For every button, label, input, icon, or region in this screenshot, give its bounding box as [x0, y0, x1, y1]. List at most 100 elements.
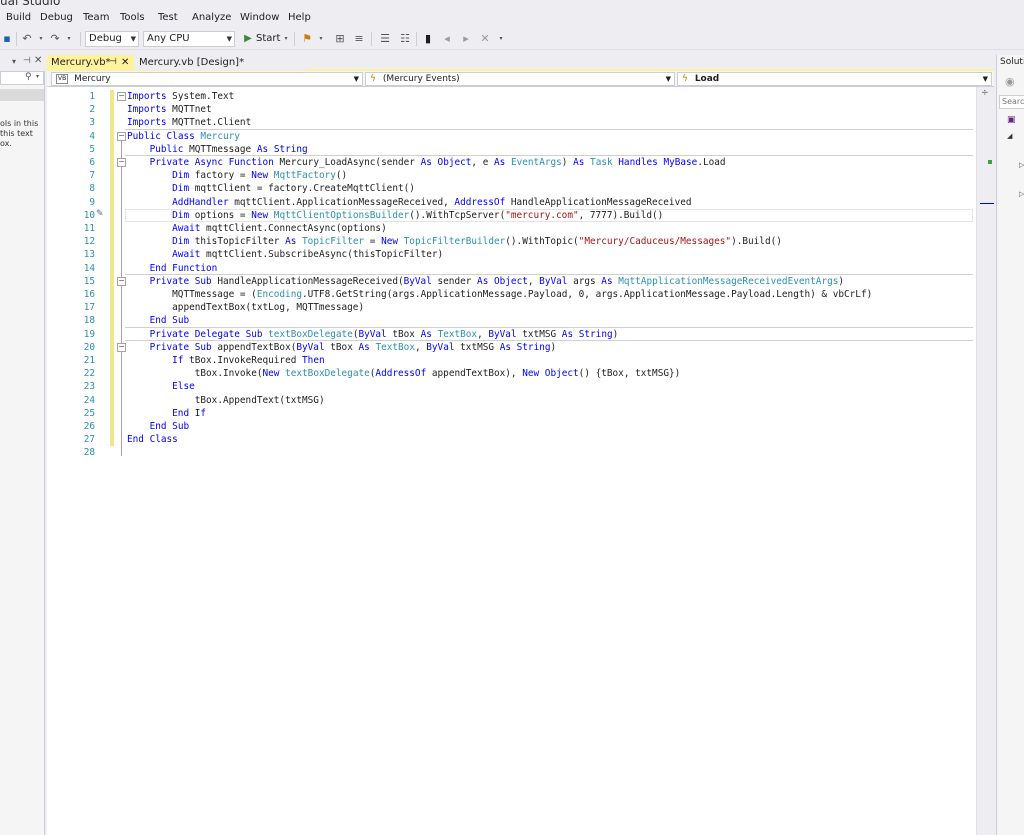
code-line[interactable]: MQTTmessage = (Encoding.UTF8.GetString(a… — [127, 288, 872, 301]
solution-explorer-panel: Solutio ◉ Searc ▣ ◢ ▷ ▷ — [996, 55, 1024, 835]
back-icon[interactable]: ◉ — [1005, 75, 1015, 88]
code-line[interactable]: Else — [127, 380, 195, 393]
close-icon[interactable]: ✕ — [121, 55, 129, 70]
collapse-arrow-icon[interactable]: ▷ — [1019, 190, 1024, 198]
toolbar-overflow-icon[interactable]: ▾ — [494, 32, 508, 46]
toolbox-group-header[interactable] — [0, 89, 44, 101]
start-button[interactable]: Start — [256, 33, 280, 44]
toolbox-search-input[interactable]: ⚲ ▾ — [0, 71, 44, 85]
menu-window[interactable]: Window — [240, 12, 279, 23]
code-line[interactable]: appendTextBox(txtLog, MQTTmessage) — [127, 301, 364, 314]
code-line[interactable]: Imports System.Text — [127, 90, 234, 103]
window-title: ual Studio — [0, 0, 61, 8]
vertical-scrollbar[interactable]: ÷ — [976, 87, 994, 835]
find-in-files-icon[interactable]: ⊞ — [333, 32, 347, 46]
solution-platform-select[interactable]: Any CPU ▼ — [143, 31, 235, 47]
solution-config-select[interactable]: Debug ▼ — [85, 31, 139, 47]
undo-dropdown-icon[interactable]: ▾ — [34, 32, 48, 46]
code-line[interactable]: End Class — [127, 433, 178, 446]
close-icon[interactable]: ✕ — [34, 55, 42, 66]
solution-platform-value: Any CPU — [147, 33, 190, 44]
menu-tools[interactable]: Tools — [120, 12, 145, 23]
menu-bar: Build Debug Team Tools Test Analyze Wind… — [0, 10, 1024, 28]
line-number: 13 — [83, 249, 95, 261]
uncomment-icon[interactable]: ☷ — [398, 32, 412, 46]
line-number: 19 — [83, 328, 95, 340]
line-number: 22 — [83, 368, 95, 380]
code-line[interactable]: End Sub — [127, 314, 190, 327]
code-line[interactable]: Await mqttClient.SubscribeAsync(thisTopi… — [127, 248, 443, 261]
line-number: 1 — [89, 91, 95, 102]
clear-bookmarks-icon[interactable]: ✕ — [478, 32, 492, 46]
code-line[interactable]: Private Delegate Sub textBoxDelegate(ByV… — [127, 328, 619, 341]
collapse-outline-icon[interactable]: − — [117, 92, 126, 101]
code-line[interactable]: Private Sub appendTextBox(ByVal tBox As … — [127, 341, 557, 354]
solution-search-input[interactable]: Searc — [999, 95, 1024, 109]
edit-pencil-icon: ✎ — [96, 208, 104, 219]
code-line[interactable]: Imports MQTTnet.Client — [127, 116, 251, 129]
code-line[interactable]: Private Sub HandleApplicationMessageRece… — [127, 275, 844, 288]
events-select[interactable]: ϟ (Mercury Events) ▼ — [365, 72, 675, 86]
code-line[interactable]: Imports MQTTnet — [127, 103, 212, 116]
menu-debug[interactable]: Debug — [40, 12, 73, 23]
redo-dropdown-icon[interactable]: ▾ — [62, 32, 76, 46]
menu-build[interactable]: Build — [6, 12, 31, 23]
line-number: 24 — [83, 394, 95, 406]
start-dropdown-icon[interactable]: ▾ — [279, 32, 293, 46]
code-line[interactable]: tBox.AppendText(txtMSG) — [127, 394, 325, 407]
change-indicator-bar — [110, 90, 114, 447]
undo-icon[interactable]: ↶ — [20, 32, 34, 46]
prev-bookmark-icon[interactable]: ◂ — [440, 32, 454, 46]
toolbar-overflow-icon[interactable]: ▾ — [314, 32, 328, 46]
navigation-bar: VB Mercury ▼ ϟ (Mercury Events) ▼ ϟ Load… — [47, 71, 994, 87]
collapse-outline-icon[interactable]: − — [117, 342, 126, 352]
collapse-arrow-icon[interactable]: ▷ — [1019, 161, 1024, 169]
menu-help[interactable]: Help — [288, 12, 311, 23]
redo-icon[interactable]: ↷ — [48, 32, 62, 46]
save-all-icon[interactable]: ▪ — [0, 32, 14, 46]
expand-icon[interactable]: ◢ — [1007, 132, 1012, 140]
comment-icon[interactable]: ☰ — [378, 32, 392, 46]
pin-icon[interactable]: ⊣ — [109, 55, 117, 70]
code-line[interactable]: Public Class Mercury — [127, 130, 240, 143]
collapse-outline-icon[interactable]: − — [117, 158, 126, 167]
pin-icon[interactable]: ⊣ — [23, 56, 31, 66]
tab-mercury-vb[interactable]: Mercury.vb* ⊣ ✕ — [47, 55, 134, 70]
code-line[interactable]: Dim thisTopicFilter As TopicFilter = New… — [127, 235, 782, 248]
next-bookmark-icon[interactable]: ▸ — [459, 32, 473, 46]
code-line[interactable]: If tBox.InvokeRequired Then — [127, 354, 324, 367]
start-icon[interactable]: ▶ — [241, 32, 255, 46]
collapse-outline-icon[interactable]: − — [117, 131, 126, 141]
split-icon[interactable]: ÷ — [981, 88, 989, 98]
code-line[interactable]: Dim mqttClient = factory.CreateMqttClien… — [127, 182, 415, 195]
code-line[interactable]: Private Async Function Mercury_LoadAsync… — [127, 156, 726, 169]
title-bar: ual Studio — [0, 0, 1024, 10]
line-number: 10 — [83, 209, 95, 221]
panel-dropdown-icon[interactable]: ▾ — [12, 57, 16, 66]
chevron-down-icon: ▼ — [353, 75, 359, 83]
code-line[interactable]: Public MQTTmessage As String — [127, 143, 308, 156]
collapse-outline-icon[interactable]: − — [117, 276, 126, 286]
member-select[interactable]: ϟ Load ▼ — [677, 72, 992, 86]
document-tabs: Mercury.vb* ⊣ ✕ Mercury.vb [Design]* — [47, 55, 994, 71]
code-area[interactable]: 1− Imports System.Text 2 Imports MQTTnet 3 Im… — [47, 87, 976, 835]
toolbox-message: ols in this this text ox. — [0, 119, 44, 149]
code-line[interactable]: End If — [127, 407, 206, 420]
bookmark-icon[interactable]: ▮ — [421, 32, 435, 46]
code-line[interactable]: End Sub — [127, 420, 190, 433]
browser-link-icon[interactable]: ⚑ — [300, 32, 314, 46]
vb-project-icon: VB — [56, 73, 69, 84]
project-select[interactable]: VB Mercury ▼ — [51, 72, 363, 86]
code-line[interactable]: Dim factory = New MqttFactory() — [127, 169, 347, 182]
chevron-down-icon[interactable]: ▾ — [36, 73, 39, 80]
format-icon[interactable]: ≡ — [352, 32, 366, 46]
code-line[interactable]: Await mqttClient.ConnectAsync(options) — [127, 222, 387, 235]
menu-test[interactable]: Test — [158, 12, 178, 23]
code-line[interactable]: AddHandler mqttClient.ApplicationMessage… — [127, 196, 691, 209]
menu-team[interactable]: Team — [83, 12, 109, 23]
menu-analyze[interactable]: Analyze — [192, 12, 231, 23]
code-line[interactable]: tBox.Invoke(New textBoxDelegate(AddressO… — [127, 367, 681, 380]
line-number: 3 — [89, 117, 95, 129]
code-line[interactable]: End Function — [127, 262, 218, 275]
tab-mercury-vb-design[interactable]: Mercury.vb [Design]* — [135, 55, 307, 70]
